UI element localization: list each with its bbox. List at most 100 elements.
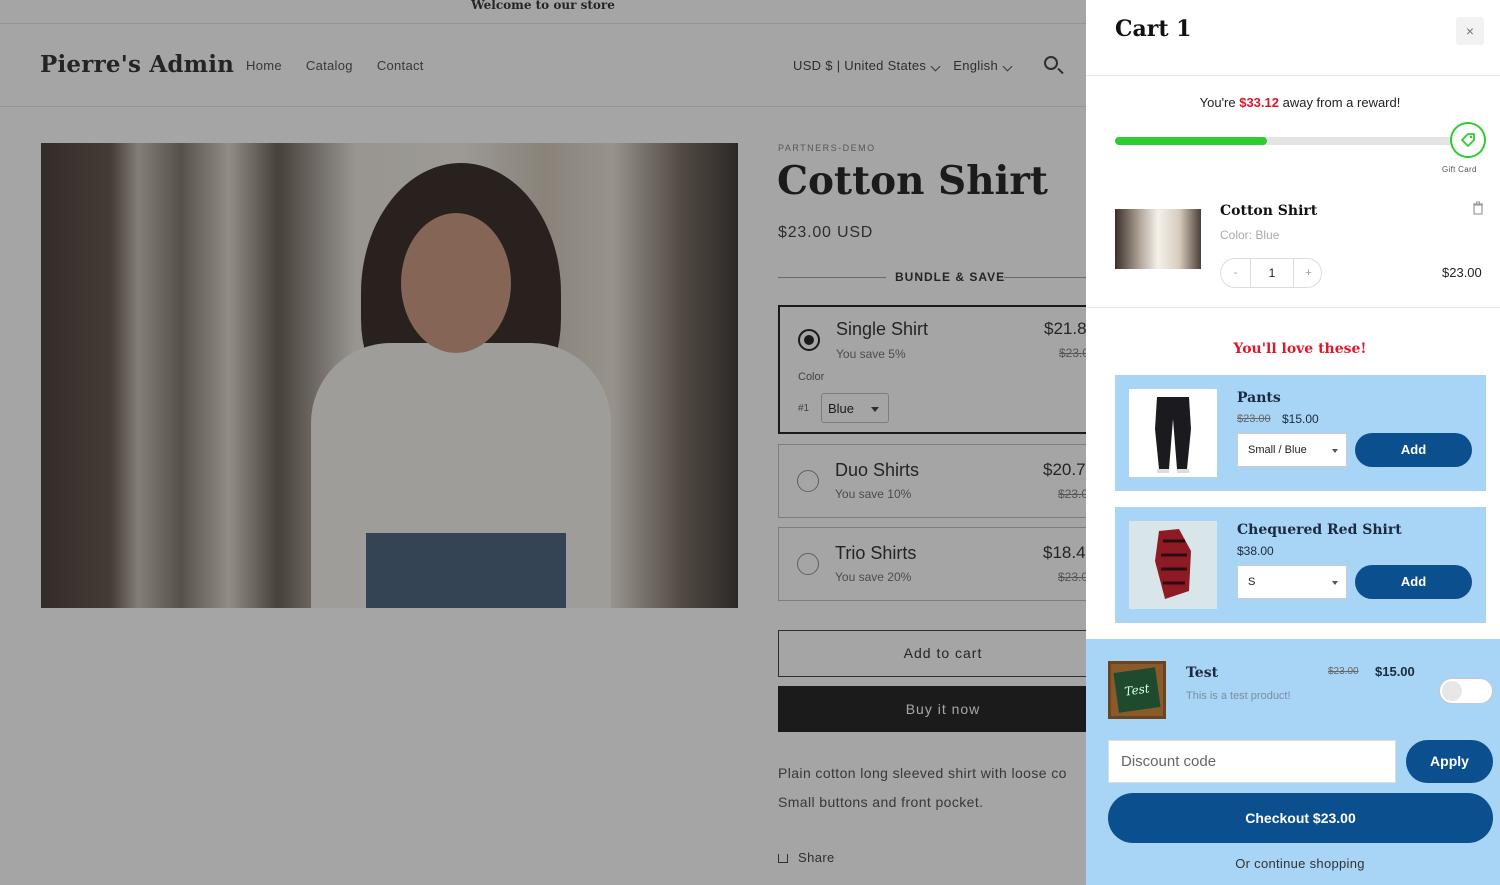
bundle-option-was-price: $23.0: [1059, 346, 1086, 360]
upsell-card-red-shirt: Chequered Red Shirt $38.00 S Add: [1115, 507, 1486, 623]
addon-thumb-text: Test: [1113, 667, 1161, 713]
upsell-variant-select[interactable]: Small / Blue: [1237, 433, 1347, 467]
addon-price: $15.00: [1375, 664, 1415, 679]
reward-progress-fill: [1115, 137, 1267, 145]
product-title: Cotton Shirt: [777, 158, 1048, 204]
bundle-option-price: $18.4: [1043, 543, 1086, 562]
reward-amount: $33.12: [1239, 95, 1279, 110]
upsell-price: $38.00: [1237, 544, 1274, 558]
upsell-name: Chequered Red Shirt: [1237, 522, 1402, 538]
bundle-option-savings: You save 5%: [836, 347, 906, 361]
upsell-name: Pants: [1237, 390, 1281, 406]
tag-icon: [1461, 133, 1475, 147]
close-icon[interactable]: ×: [1456, 17, 1484, 45]
apply-discount-button[interactable]: Apply: [1406, 740, 1493, 783]
upsell-image: [1129, 521, 1217, 609]
addon-toggle[interactable]: [1439, 678, 1493, 704]
site-header: Pierre's Admin Home Catalog Contact USD …: [0, 25, 1086, 107]
item-number: #1: [798, 403, 810, 414]
gift-card-label: Gift Card: [1442, 165, 1477, 174]
currency-selector[interactable]: USD $ | United States: [793, 58, 943, 73]
bundle-option-was-price: $23.0: [1058, 570, 1086, 584]
cart-footer: Test Test This is a test product! $23.00…: [1086, 639, 1500, 885]
nav-contact[interactable]: Contact: [377, 58, 424, 73]
quantity-plus-button[interactable]: +: [1293, 259, 1323, 287]
quantity-minus-button[interactable]: -: [1221, 259, 1251, 287]
bundle-heading: BUNDLE & SAVE: [778, 270, 1086, 286]
language-label: English: [953, 58, 998, 73]
search-icon[interactable]: [1044, 56, 1058, 70]
share-label: Share: [798, 850, 835, 865]
chevron-down-icon: [1002, 61, 1013, 72]
cart-item-name[interactable]: Cotton Shirt: [1220, 203, 1317, 219]
nav-catalog[interactable]: Catalog: [306, 58, 353, 73]
upsell-add-button[interactable]: Add: [1355, 565, 1472, 599]
language-selector[interactable]: English: [953, 58, 1015, 73]
divider: [1086, 75, 1500, 76]
upsell-add-button[interactable]: Add: [1355, 433, 1472, 467]
bundle-option-duo[interactable]: Duo Shirts You save 10% $20.7 $23.0: [778, 444, 1086, 518]
color-label: Color: [798, 371, 825, 383]
upsell-card-pants: Pants $23.00 $15.00 Small / Blue Add: [1115, 375, 1486, 491]
reward-suffix: away from a reward!: [1278, 95, 1401, 110]
bundle-option-single[interactable]: Single Shirt You save 5% $21.8 $23.0 Col…: [778, 305, 1086, 434]
store-page: Welcome to our store Pierre's Admin Home…: [0, 0, 1086, 885]
color-select[interactable]: Blue: [821, 393, 889, 423]
upsell-heading: You'll love these!: [1233, 341, 1367, 357]
reward-message: You're $33.12 away from a reward!: [1086, 95, 1500, 110]
bundle-heading-label: BUNDLE & SAVE: [895, 270, 1006, 284]
store-logo[interactable]: Pierre's Admin: [40, 51, 234, 78]
bundle-option-trio[interactable]: Trio Shirts You save 20% $18.4 $23.0: [778, 527, 1086, 601]
cart-item-price: $23.00: [1442, 265, 1482, 280]
discount-code-input[interactable]: [1108, 740, 1396, 783]
addon-name: Test: [1186, 665, 1219, 681]
radio-unselected[interactable]: [797, 470, 819, 492]
bundle-option-name: Single Shirt: [836, 319, 929, 339]
upsell-old-price: $23.00: [1237, 413, 1271, 425]
cart-title: Cart 1: [1115, 16, 1192, 42]
bundle-option-name: Duo Shirts: [835, 460, 920, 480]
product-vendor: PARTNERS-DEMO: [778, 143, 876, 153]
cart-item-variant: Color: Blue: [1220, 228, 1280, 242]
upsell-price: $15.00: [1282, 412, 1319, 426]
share-icon: [778, 854, 788, 863]
trash-icon[interactable]: [1472, 201, 1484, 215]
description-line: Small buttons and front pocket.: [778, 794, 984, 810]
upsell-image: [1129, 389, 1217, 477]
share-button[interactable]: Share: [778, 850, 835, 865]
announcement-bar: Welcome to our store: [0, 0, 1086, 24]
bundle-option-price: $21.8: [1044, 319, 1086, 338]
buy-now-button[interactable]: Buy it now: [778, 686, 1086, 732]
addon-image: Test: [1108, 661, 1166, 719]
nav-home[interactable]: Home: [246, 58, 282, 73]
add-to-cart-button[interactable]: Add to cart: [778, 630, 1086, 677]
divider: [1086, 307, 1500, 308]
gift-card-milestone: [1450, 122, 1486, 158]
bundle-option-savings: You save 10%: [835, 487, 912, 501]
product-price: $23.00 USD: [778, 224, 874, 241]
quantity-value[interactable]: 1: [1251, 259, 1293, 287]
chevron-down-icon: [930, 61, 941, 72]
description-line: Plain cotton long sleeved shirt with loo…: [778, 765, 1067, 781]
continue-shopping-link[interactable]: Or continue shopping: [1086, 856, 1500, 871]
quantity-stepper: - 1 +: [1220, 258, 1322, 288]
cart-drawer: Cart 1 × You're $33.12 away from a rewar…: [1086, 0, 1500, 885]
addon-description: This is a test product!: [1186, 690, 1291, 702]
cart-item-image: [1115, 209, 1201, 269]
main-nav: Home Catalog Contact: [246, 58, 424, 73]
radio-unselected[interactable]: [797, 553, 819, 575]
product-image[interactable]: [41, 143, 738, 608]
radio-selected[interactable]: [798, 329, 820, 351]
bundle-option-name: Trio Shirts: [835, 543, 917, 563]
localization: USD $ | United States English: [793, 58, 1015, 73]
upsell-variant-select[interactable]: S: [1237, 565, 1347, 599]
bundle-option-price: $20.7: [1043, 460, 1086, 479]
reward-progress-bar: [1115, 137, 1460, 145]
reward-prefix: You're: [1199, 95, 1240, 110]
bundle-option-savings: You save 20%: [835, 570, 912, 584]
checkout-button[interactable]: Checkout $23.00: [1108, 793, 1493, 843]
currency-label: USD $ | United States: [793, 58, 927, 73]
addon-old-price: $23.00: [1328, 666, 1359, 677]
product-description: Plain cotton long sleeved shirt with loo…: [778, 759, 1086, 817]
bundle-option-was-price: $23.0: [1058, 487, 1086, 501]
